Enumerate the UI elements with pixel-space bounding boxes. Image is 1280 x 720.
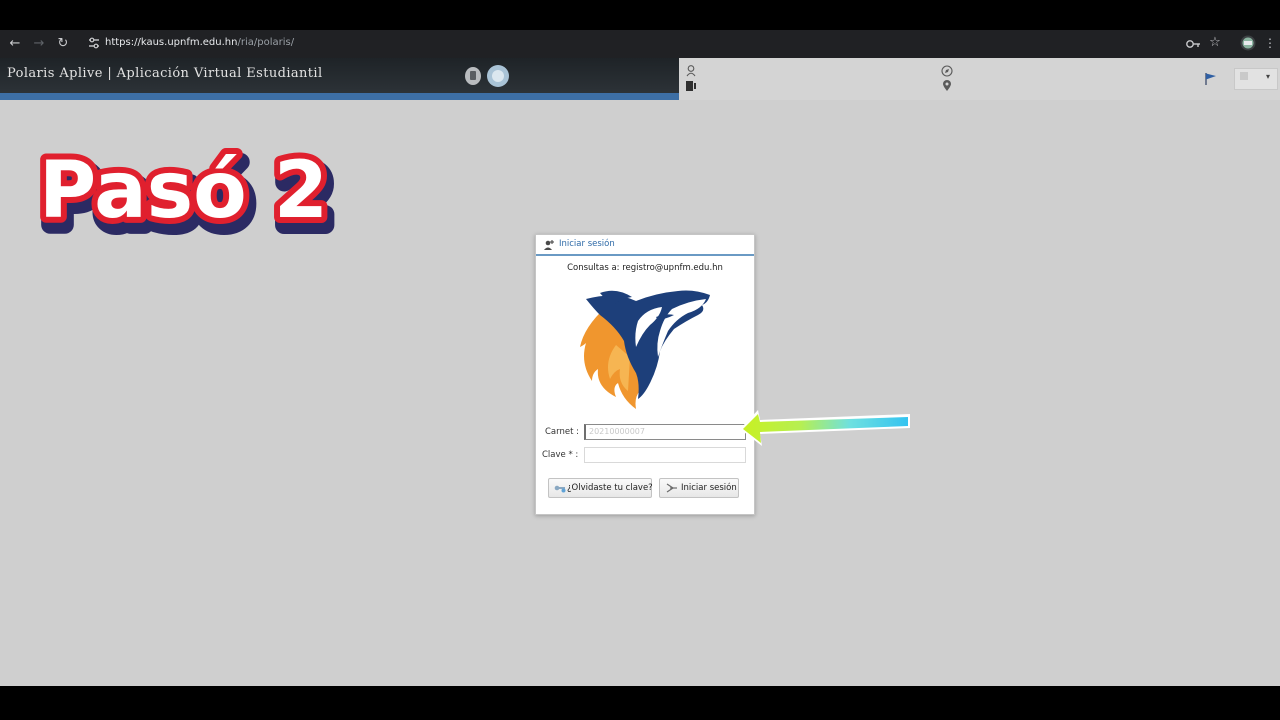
location-pin-icon[interactable] (942, 80, 952, 92)
profile-avatar-icon[interactable] (1240, 35, 1256, 51)
step-overlay-title: Pasó 2 Pasó 2 Pasó 2 (33, 131, 343, 249)
dialog-header: Iniciar sesión (536, 235, 754, 256)
carnet-label: Carnet : (545, 427, 580, 437)
step-title-graphic: Pasó 2 Pasó 2 Pasó 2 (33, 140, 341, 249)
compass-icon[interactable] (941, 65, 953, 77)
site-settings-icon[interactable] (87, 36, 101, 50)
small-flag-icon (1240, 72, 1248, 80)
login-dialog: Iniciar sesión Consultas a: registro@upn… (535, 234, 755, 515)
contact-email-text: Consultas a: registro@upnfm.edu.hn (567, 263, 723, 273)
url-host: https://kaus.upnfm.edu.hn (105, 37, 238, 48)
login-submit-label: Iniciar sesión (681, 483, 737, 493)
language-dropdown[interactable]: ▾ (1234, 68, 1278, 90)
password-key-icon[interactable] (1185, 38, 1201, 50)
letterbox-bottom (0, 686, 1280, 720)
browser-menu-icon[interactable]: ⋮ (1264, 35, 1276, 51)
step-title-text: Pasó 2 (39, 146, 328, 236)
sign-in-arrow-icon (666, 483, 677, 493)
address-bar[interactable]: https://kaus.upnfm.edu.hn/ria/polaris/ (82, 33, 1262, 55)
letterbox-top (0, 0, 1280, 30)
forward-arrow-icon[interactable]: → (31, 36, 47, 52)
forgot-password-button[interactable]: ¿Olvidaste tu clave? (548, 478, 653, 498)
logout-door-icon[interactable] (685, 80, 697, 92)
clave-password-input[interactable] (584, 447, 746, 463)
flag-icon[interactable] (1204, 72, 1218, 86)
app-title: Polaris Aplive | Aplicación Virtual Estu… (7, 66, 323, 81)
clave-label: Clave * : (542, 450, 579, 460)
wolf-mascot-logo (580, 290, 710, 409)
browser-toolbar: ← → ↻ https://kaus.upnfm.edu.hn/ria/pola… (0, 30, 1280, 58)
back-arrow-icon[interactable]: ← (7, 36, 23, 52)
user-add-icon (544, 240, 554, 250)
user-icon[interactable] (686, 65, 696, 77)
bookmark-star-icon[interactable]: ☆ (1207, 35, 1223, 51)
app-header-toolbar: ▾ (679, 58, 1280, 100)
reload-icon[interactable]: ↻ (55, 36, 71, 52)
forgot-password-label: ¿Olvidaste tu clave? (567, 483, 653, 493)
globe-icon[interactable] (487, 65, 509, 87)
url-text: https://kaus.upnfm.edu.hn/ria/polaris/ (105, 37, 294, 48)
key-question-icon (554, 485, 566, 493)
lock-icon[interactable] (465, 67, 481, 85)
dialog-title: Iniciar sesión (559, 239, 615, 249)
pointer-arrow-graphic (740, 410, 910, 446)
header-accent-bar (0, 93, 679, 100)
login-submit-button[interactable]: Iniciar sesión (659, 478, 739, 498)
chevron-down-icon: ▾ (1266, 72, 1271, 81)
url-path: /ria/polaris/ (237, 37, 295, 48)
carnet-input[interactable]: 20210000007 (584, 424, 746, 440)
